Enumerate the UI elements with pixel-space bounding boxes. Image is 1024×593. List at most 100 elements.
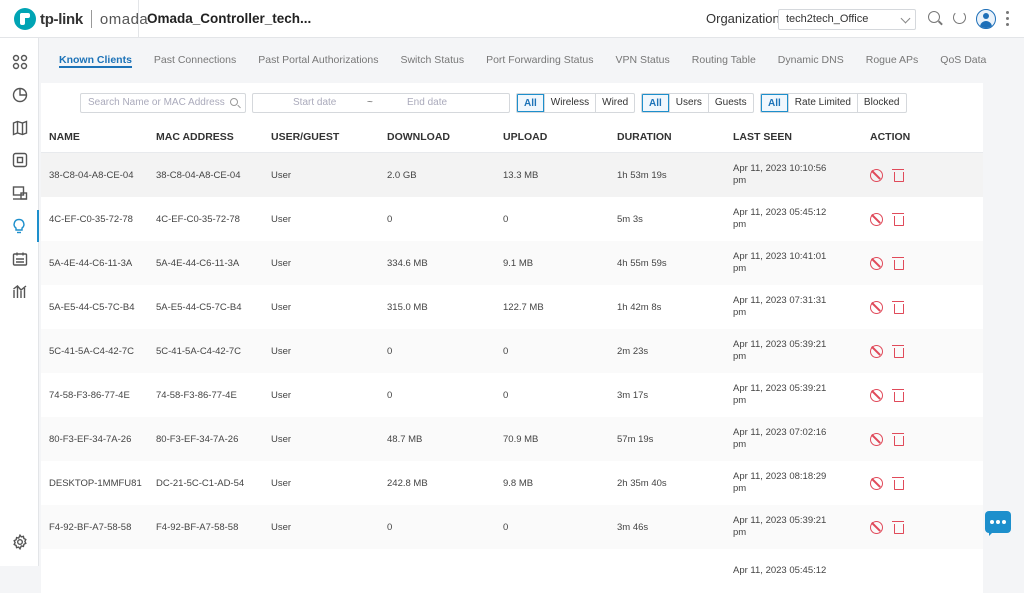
cell-name: 5A-E5-44-C5-7C-B4: [49, 301, 135, 313]
column-header-name[interactable]: NAME: [41, 121, 156, 152]
table-row[interactable]: 74-58-F3-86-77-4E 74-58-F3-86-77-4E User 0 0…: [41, 373, 983, 417]
column-header-mac[interactable]: MAC ADDRESS: [156, 121, 271, 152]
cell-download: 315.0 MB: [387, 301, 428, 313]
table-row[interactable]: F4-92-BF-A7-58-58 F4-92-BF-A7-58-58 User 0 0…: [41, 505, 983, 549]
tab-known-clients[interactable]: Known Clients: [59, 38, 132, 80]
trash-icon[interactable]: [892, 168, 904, 182]
tp-link-logo-icon: [14, 8, 36, 30]
search-icon[interactable]: [928, 11, 940, 23]
tab-past-portal-authorizations[interactable]: Past Portal Authorizations: [258, 38, 378, 80]
organization-select[interactable]: tech2tech_Office: [778, 9, 916, 30]
reports-icon[interactable]: [0, 276, 39, 308]
column-header-user-guest[interactable]: USER/GUEST: [271, 121, 387, 152]
chat-support-button[interactable]: [985, 511, 1011, 536]
filter-blocked[interactable]: Blocked: [856, 94, 906, 112]
block-icon[interactable]: [870, 256, 883, 270]
table-row[interactable]: DESKTOP-1MMFU81 DC-21-5C-C1-AD-54 User 242.…: [41, 461, 983, 505]
tab-past-connections[interactable]: Past Connections: [154, 38, 236, 80]
trash-icon[interactable]: [892, 476, 904, 490]
cell-duration: 2h 35m 40s: [617, 477, 667, 489]
table-body: 38-C8-04-A8-CE-04 38-C8-04-A8-CE-04 User 2.…: [41, 153, 983, 593]
cell-upload: 70.9 MB: [503, 433, 539, 445]
connection-type-filter: All Wireless Wired: [516, 93, 636, 113]
cell-action: [870, 256, 983, 270]
dashboard-icon[interactable]: [0, 46, 39, 78]
table-row[interactable]: 5A-E5-44-C5-7C-B4 5A-E5-44-C5-7C-B4 User 31…: [41, 285, 983, 329]
block-icon[interactable]: [870, 344, 883, 358]
top-bar: tp-link omada Omada_Controller_tech... O…: [0, 0, 1024, 38]
filter-user-all[interactable]: All: [642, 94, 669, 112]
filter-guests[interactable]: Guests: [707, 94, 753, 112]
cell-download: 2.0 GB: [387, 169, 417, 181]
filter-connection-all[interactable]: All: [517, 94, 544, 112]
cell-upload: 0: [503, 389, 509, 401]
cell-last-seen: Apr 11, 2023 05:45:12 pm: [733, 207, 870, 231]
block-icon[interactable]: [870, 432, 883, 446]
insights-icon[interactable]: [0, 210, 39, 242]
table-row[interactable]: 5A-4E-44-C6-11-3A 5A-4E-44-C6-11-3A User 33…: [41, 241, 983, 285]
refresh-icon[interactable]: [953, 11, 966, 24]
network-icon[interactable]: [0, 177, 39, 209]
filter-limit-all[interactable]: All: [761, 94, 788, 112]
cell-name: DESKTOP-1MMFU81: [49, 477, 142, 489]
search-input[interactable]: Search Name or MAC Address: [80, 93, 246, 113]
filter-wired[interactable]: Wired: [595, 94, 634, 112]
date-range-picker[interactable]: Start date ~ End date: [252, 93, 510, 113]
tab-routing-table[interactable]: Routing Table: [692, 38, 756, 80]
statistics-icon[interactable]: [0, 79, 39, 111]
logo[interactable]: tp-link omada: [14, 8, 148, 30]
last-seen-date: Apr 11, 2023 05:45:12: [733, 207, 827, 218]
cell-duration: 1h 42m 8s: [617, 301, 662, 313]
avatar[interactable]: [976, 9, 996, 29]
block-icon[interactable]: [870, 476, 883, 490]
table-row[interactable]: 5C-41-5A-C4-42-7C 5C-41-5A-C4-42-7C User 0 0…: [41, 329, 983, 373]
trash-icon[interactable]: [892, 388, 904, 402]
cell-mac: 4C-EF-C0-35-72-78: [156, 213, 240, 225]
settings-icon[interactable]: [0, 526, 39, 558]
tab-vpn-status[interactable]: VPN Status: [615, 38, 669, 80]
trash-icon[interactable]: [892, 300, 904, 314]
filter-users[interactable]: Users: [668, 94, 708, 112]
tab-dynamic-dns[interactable]: Dynamic DNS: [778, 38, 844, 80]
filter-wireless[interactable]: Wireless: [543, 94, 595, 112]
trash-icon[interactable]: [892, 520, 904, 534]
map-icon[interactable]: [0, 112, 39, 144]
logo-divider: [90, 10, 92, 28]
table-row[interactable]: Apr 11, 2023 05:45:12: [41, 549, 983, 593]
cell-upload: 0: [503, 213, 509, 225]
trash-icon[interactable]: [892, 212, 904, 226]
filter-rate-limited[interactable]: Rate Limited: [787, 94, 857, 112]
limit-filter: All Rate Limited Blocked: [760, 93, 907, 113]
cell-mac: DC-21-5C-C1-AD-54: [156, 477, 245, 489]
tab-port-forwarding-status[interactable]: Port Forwarding Status: [486, 38, 593, 80]
block-icon[interactable]: [870, 388, 883, 402]
block-icon[interactable]: [870, 212, 883, 226]
table-row[interactable]: 38-C8-04-A8-CE-04 38-C8-04-A8-CE-04 User 2.…: [41, 153, 983, 197]
block-icon[interactable]: [870, 520, 883, 534]
trash-icon[interactable]: [892, 256, 904, 270]
table-row[interactable]: 4C-EF-C0-35-72-78 4C-EF-C0-35-72-78 User 0 0…: [41, 197, 983, 241]
block-icon[interactable]: [870, 168, 883, 182]
logs-icon[interactable]: [0, 243, 39, 275]
column-header-download[interactable]: DOWNLOAD: [387, 121, 503, 152]
column-header-upload[interactable]: UPLOAD: [503, 121, 617, 152]
cell-upload: 0: [503, 521, 509, 533]
trash-icon[interactable]: [892, 344, 904, 358]
column-header-duration[interactable]: DURATION: [617, 121, 733, 152]
more-vertical-icon[interactable]: [1006, 11, 1009, 27]
tab-rogue-aps[interactable]: Rogue APs: [866, 38, 919, 80]
end-date-placeholder: End date: [407, 97, 448, 108]
date-separator: ~: [367, 97, 373, 108]
organization-value: tech2tech_Office: [786, 13, 869, 25]
tab-qos-data[interactable]: QoS Data: [940, 38, 986, 80]
column-header-last-seen[interactable]: LAST SEEN: [733, 121, 870, 152]
devices-icon[interactable]: [0, 144, 39, 176]
tab-switch-status[interactable]: Switch Status: [400, 38, 464, 80]
cell-last-seen: Apr 11, 2023 08:18:29 pm: [733, 471, 870, 495]
table-row[interactable]: 80-F3-EF-34-7A-26 80-F3-EF-34-7A-26 User 48…: [41, 417, 983, 461]
cell-upload: 122.7 MB: [503, 301, 544, 313]
block-icon[interactable]: [870, 300, 883, 314]
controller-title[interactable]: Omada_Controller_tech...: [138, 0, 311, 38]
trash-icon[interactable]: [892, 432, 904, 446]
cell-download: 0: [387, 389, 393, 401]
